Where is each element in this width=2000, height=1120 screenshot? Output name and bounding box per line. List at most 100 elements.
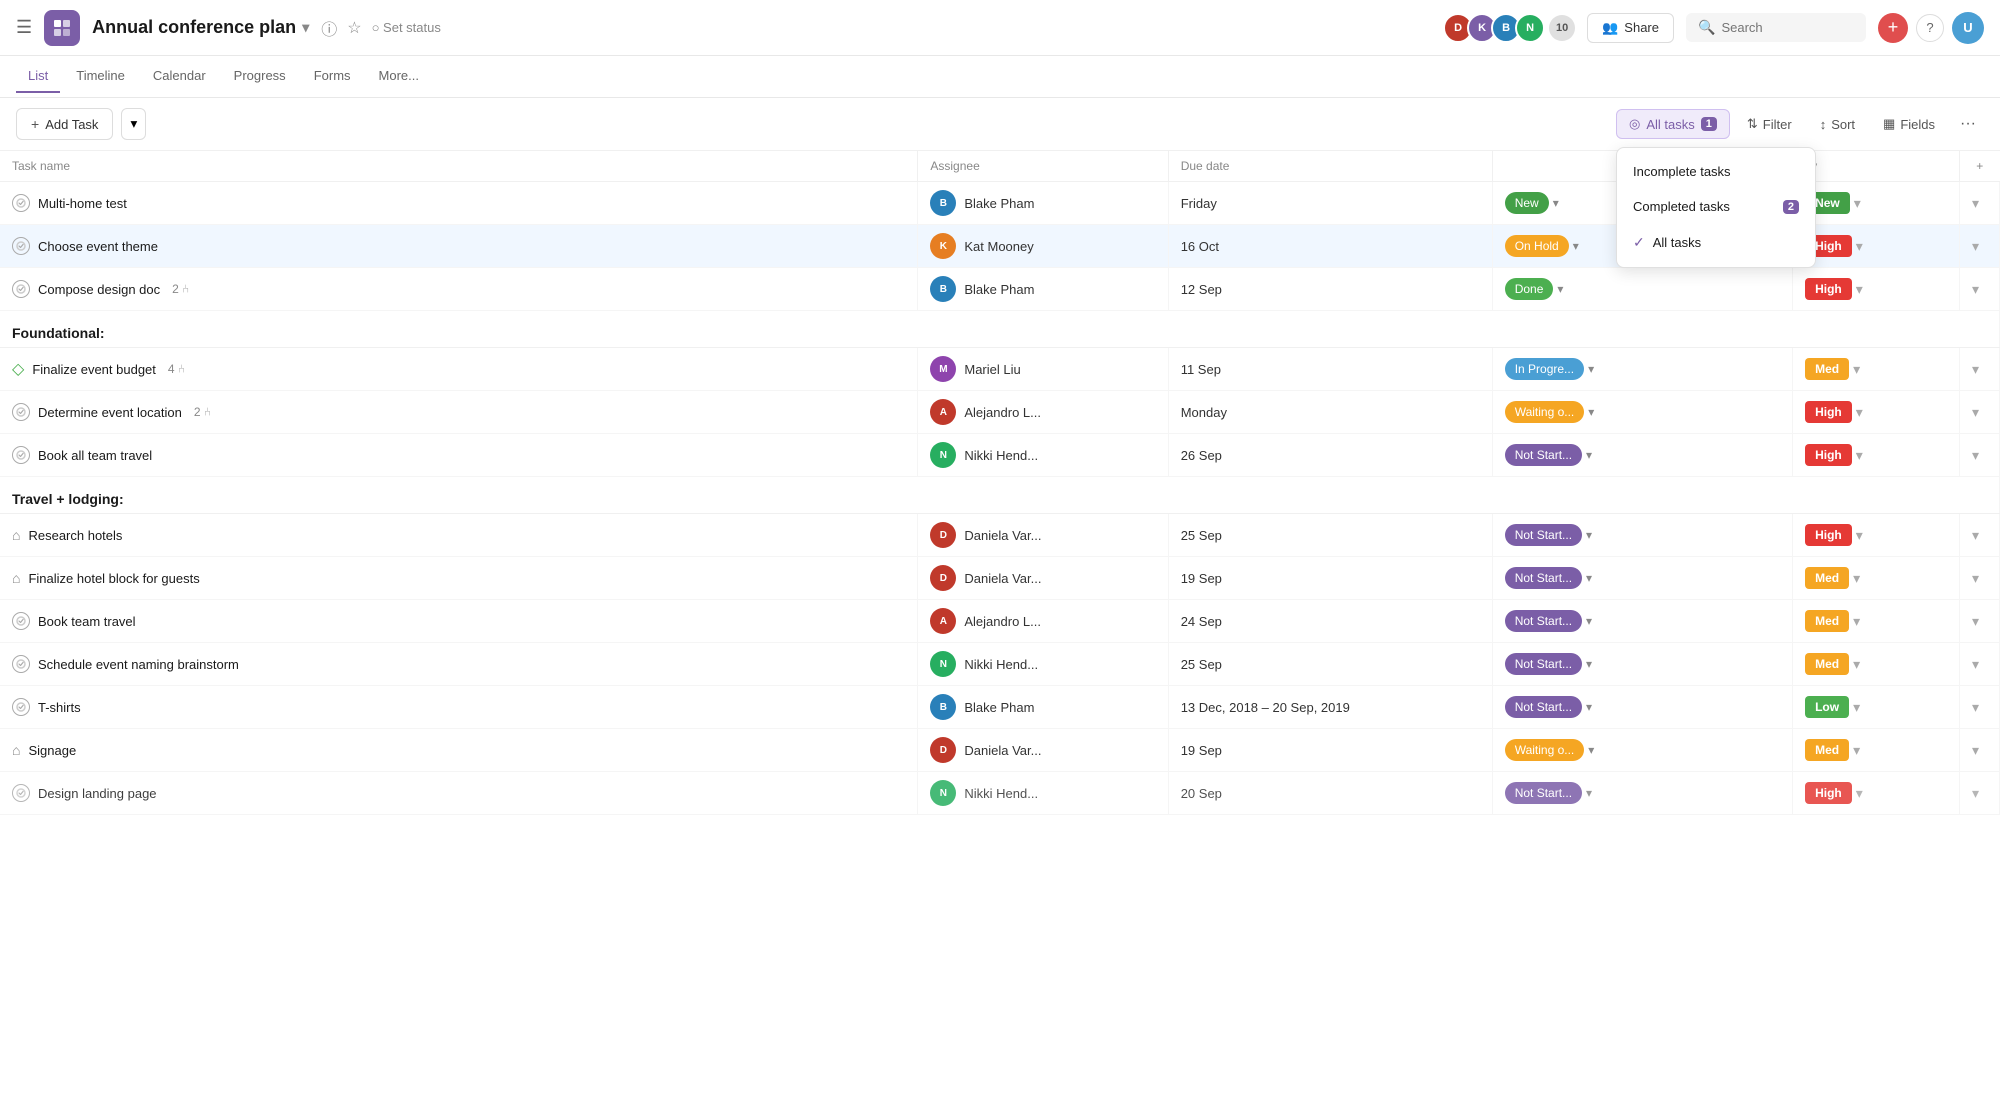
row-expand-icon[interactable]: ▾ xyxy=(1972,404,1979,420)
task-check[interactable] xyxy=(12,655,30,673)
tab-timeline[interactable]: Timeline xyxy=(64,60,137,93)
task-check[interactable] xyxy=(12,237,30,255)
more-button[interactable]: ··· xyxy=(1952,109,1984,139)
expand-icon[interactable]: ▾ xyxy=(1856,527,1863,544)
row-expand-icon[interactable]: ▾ xyxy=(1972,361,1979,377)
set-status[interactable]: ○ Set status xyxy=(372,20,441,35)
task-name[interactable]: Design landing page xyxy=(38,786,157,801)
status-chevron[interactable]: ▾ xyxy=(1588,743,1594,757)
hamburger-icon[interactable]: ☰ xyxy=(16,17,32,38)
task-name[interactable]: Finalize event budget xyxy=(32,362,156,377)
share-button[interactable]: 👥 Share xyxy=(1587,13,1674,43)
status-chevron[interactable]: ▾ xyxy=(1586,657,1592,671)
task-name[interactable]: Multi-home test xyxy=(38,196,127,211)
expand-icon[interactable]: ▾ xyxy=(1856,447,1863,464)
row-expand-icon[interactable]: ▾ xyxy=(1972,527,1979,543)
sort-button[interactable]: ↕ Sort xyxy=(1809,110,1866,139)
table-row[interactable]: ⌂ Research hotels D Daniela Var... 25 Se… xyxy=(0,514,2000,557)
col-header-add[interactable]: + xyxy=(1960,151,2000,182)
status-chevron[interactable]: ▾ xyxy=(1586,448,1592,462)
table-row[interactable]: T-shirts B Blake Pham 13 Dec, 2018 – 20 … xyxy=(0,686,2000,729)
title-dropdown-icon[interactable]: ▾ xyxy=(302,19,309,36)
status-chevron[interactable]: ▾ xyxy=(1573,239,1579,253)
table-row[interactable]: ⌂ Finalize hotel block for guests D Dani… xyxy=(0,557,2000,600)
search-input[interactable] xyxy=(1721,20,1841,35)
create-button[interactable]: + xyxy=(1878,13,1908,43)
task-check[interactable] xyxy=(12,403,30,421)
row-expand-icon[interactable]: ▾ xyxy=(1972,613,1979,629)
expand-icon[interactable]: ▾ xyxy=(1856,281,1863,298)
table-row[interactable]: Schedule event naming brainstorm N Nikki… xyxy=(0,643,2000,686)
help-button[interactable]: ? xyxy=(1916,14,1944,42)
task-check[interactable] xyxy=(12,784,30,802)
task-check[interactable] xyxy=(12,446,30,464)
status-chevron[interactable]: ▾ xyxy=(1557,282,1563,296)
user-avatar[interactable]: U xyxy=(1952,12,1984,44)
task-name[interactable]: Signage xyxy=(28,743,76,758)
all-tasks-button[interactable]: ◎ All tasks 1 xyxy=(1616,109,1730,139)
dropdown-item-all[interactable]: ✓ All tasks xyxy=(1617,224,1815,261)
table-row[interactable]: Book all team travel N Nikki Hend... 26 … xyxy=(0,434,2000,477)
tab-more[interactable]: More... xyxy=(367,60,431,93)
status-chevron[interactable]: ▾ xyxy=(1553,196,1559,210)
status-chevron[interactable]: ▾ xyxy=(1586,571,1592,585)
status-chevron[interactable]: ▾ xyxy=(1586,614,1592,628)
expand-icon[interactable]: ▾ xyxy=(1853,570,1860,587)
row-expand-icon[interactable]: ▾ xyxy=(1972,195,1979,211)
table-row[interactable]: ⌂ Signage D Daniela Var... 19 Sep Waitin… xyxy=(0,729,2000,772)
status-chevron[interactable]: ▾ xyxy=(1588,405,1594,419)
task-name[interactable]: Compose design doc xyxy=(38,282,160,297)
row-expand-icon[interactable]: ▾ xyxy=(1972,699,1979,715)
expand-icon[interactable]: ▾ xyxy=(1853,742,1860,759)
expand-icon[interactable]: ▾ xyxy=(1854,195,1861,212)
task-name[interactable]: Research hotels xyxy=(28,528,122,543)
row-expand-icon[interactable]: ▾ xyxy=(1972,742,1979,758)
dropdown-item-completed[interactable]: Completed tasks 2 xyxy=(1617,189,1815,224)
task-check[interactable] xyxy=(12,280,30,298)
table-row[interactable]: Determine event location 2 ⑃ A Alejandro… xyxy=(0,391,2000,434)
expand-icon[interactable]: ▾ xyxy=(1853,699,1860,716)
task-name[interactable]: Book team travel xyxy=(38,614,136,629)
tab-forms[interactable]: Forms xyxy=(302,60,363,93)
task-name[interactable]: Book all team travel xyxy=(38,448,152,463)
task-check[interactable] xyxy=(12,698,30,716)
fields-button[interactable]: ▦ Fields xyxy=(1872,109,1946,139)
task-check[interactable] xyxy=(12,194,30,212)
tab-list[interactable]: List xyxy=(16,60,60,93)
row-expand-icon[interactable]: ▾ xyxy=(1972,570,1979,586)
task-name[interactable]: Finalize hotel block for guests xyxy=(28,571,199,586)
add-task-button[interactable]: + Add Task xyxy=(16,108,113,140)
filter-button[interactable]: ⇅ Filter xyxy=(1736,109,1803,139)
table-row[interactable]: ◇ Finalize event budget 4 ⑃ M Mariel Liu… xyxy=(0,348,2000,391)
task-name[interactable]: Choose event theme xyxy=(38,239,158,254)
status-chevron[interactable]: ▾ xyxy=(1586,528,1592,542)
table-row[interactable]: Book team travel A Alejandro L... 24 Sep… xyxy=(0,600,2000,643)
tab-calendar[interactable]: Calendar xyxy=(141,60,218,93)
expand-icon[interactable]: ▾ xyxy=(1856,238,1863,255)
task-check[interactable] xyxy=(12,612,30,630)
task-name[interactable]: Schedule event naming brainstorm xyxy=(38,657,239,672)
task-name[interactable]: T-shirts xyxy=(38,700,81,715)
table-row[interactable]: Compose design doc 2 ⑃ B Blake Pham 12 S… xyxy=(0,268,2000,311)
expand-icon[interactable]: ▾ xyxy=(1856,404,1863,421)
row-expand-icon[interactable]: ▾ xyxy=(1972,281,1979,297)
dropdown-item-incomplete[interactable]: Incomplete tasks xyxy=(1617,154,1815,189)
table-row[interactable]: Design landing page N Nikki Hend... 20 S… xyxy=(0,772,2000,815)
expand-icon[interactable]: ▾ xyxy=(1853,613,1860,630)
info-icon[interactable]: ⓘ xyxy=(321,16,337,40)
row-expand-icon[interactable]: ▾ xyxy=(1972,238,1979,254)
status-chevron[interactable]: ▾ xyxy=(1586,786,1592,800)
status-chevron[interactable]: ▾ xyxy=(1588,362,1594,376)
add-task-dropdown-button[interactable]: ▾ xyxy=(121,108,146,140)
expand-icon[interactable]: ▾ xyxy=(1856,785,1863,802)
expand-icon[interactable]: ▾ xyxy=(1853,361,1860,378)
expand-icon[interactable]: ▾ xyxy=(1853,656,1860,673)
task-name[interactable]: Determine event location xyxy=(38,405,182,420)
search-box[interactable]: 🔍 xyxy=(1686,13,1866,42)
tab-progress[interactable]: Progress xyxy=(222,60,298,93)
row-expand-icon[interactable]: ▾ xyxy=(1972,447,1979,463)
row-expand-icon[interactable]: ▾ xyxy=(1972,785,1979,801)
status-chevron[interactable]: ▾ xyxy=(1586,700,1592,714)
row-expand-icon[interactable]: ▾ xyxy=(1972,656,1979,672)
star-icon[interactable]: ☆ xyxy=(347,18,361,38)
